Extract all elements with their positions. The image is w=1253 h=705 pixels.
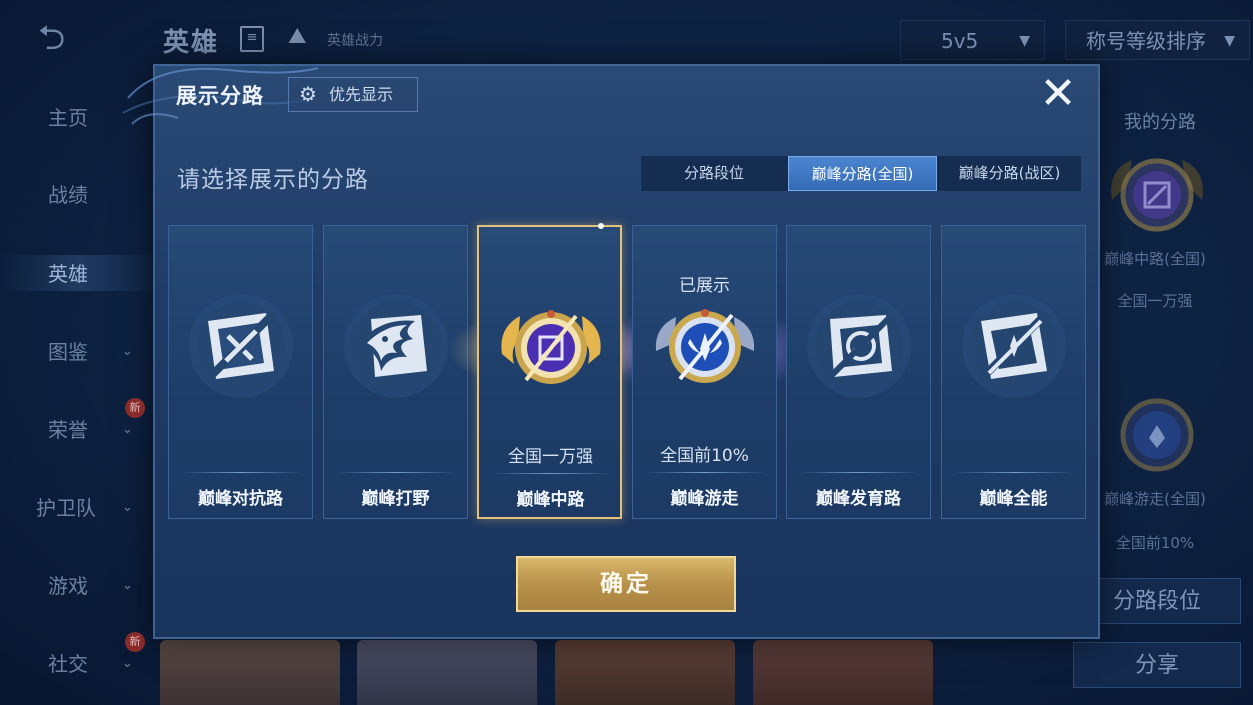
sidebar-item-label: 英雄 (48, 262, 88, 286)
lane-card-label: 巅峰全能 (979, 489, 1048, 509)
farm-lane-icon (804, 291, 914, 401)
sidebar-item-label: 社交 (48, 652, 88, 676)
sidebar-item-label: 游戏 (48, 574, 88, 598)
game-screen: ⮌ 英雄 ≡ ⛰ 英雄战力 5v5 ▼ 称号等级排序 ▼ 我的分路 巅峰中路(全… (0, 0, 1253, 705)
sidebar-item[interactable]: 游戏 ⌄ (0, 566, 150, 606)
lane-card-label: 巅峰发育路 (816, 489, 901, 509)
dialog-title: 展示分路 (176, 84, 264, 108)
sidebar-item[interactable]: 护卫队 ⌄ (0, 488, 150, 528)
lane-card-mid[interactable]: 全国一万强 巅峰中路 (477, 223, 622, 519)
mid-lane-badge-icon (1102, 140, 1212, 250)
sidebar-item-label: 护卫队 (36, 496, 96, 520)
chevron-down-icon: ⌄ (122, 344, 133, 359)
hero-power-icon[interactable]: ⛰ (288, 24, 306, 49)
mode-select-value: 5v5 (941, 29, 979, 53)
confirm-button[interactable]: 确定 (516, 556, 736, 612)
lane-tabs: 分路段位 巅峰分路(全国) 巅峰分路(战区) (640, 155, 1082, 192)
back-icon[interactable]: ⮌ (38, 20, 102, 56)
sidebar-item[interactable]: 图鉴 ⌄ (0, 332, 150, 372)
lane-card-rank: 全国一万强 (508, 447, 593, 467)
gear-icon: ⚙ (299, 82, 317, 106)
all-round-icon (959, 291, 1069, 401)
lane-card-label: 巅峰打野 (361, 489, 430, 509)
mode-select[interactable]: 5v5 ▼ (900, 20, 1045, 60)
jungle-dragon-icon (341, 291, 451, 401)
lane-card-all-round[interactable]: 巅峰全能 (941, 225, 1086, 519)
hero-portrait[interactable] (753, 640, 933, 705)
card-divider (954, 472, 1074, 473)
new-badge: 新 (125, 632, 145, 652)
new-badge: 新 (125, 398, 145, 418)
hero-power-label[interactable]: 英雄战力 (327, 30, 383, 50)
tab-lane-rank[interactable]: 分路段位 (641, 156, 787, 191)
sidebar-item-label: 战绩 (48, 183, 88, 207)
my-lane-2-name: 巅峰游走(全国) (1104, 490, 1206, 508)
lane-card-label: 巅峰中路 (516, 490, 585, 510)
hero-portrait[interactable] (160, 640, 340, 705)
my-lane-2-rank: 全国前10% (1115, 534, 1195, 552)
sidebar-item-label: 图鉴 (48, 340, 88, 364)
clash-lane-icon (186, 291, 296, 401)
chevron-down-icon: ▼ (1019, 33, 1030, 49)
page-title: 英雄 (163, 28, 220, 58)
tab-peak-lane-national[interactable]: 巅峰分路(全国) (788, 156, 937, 191)
list-icon[interactable]: ≡ (240, 26, 264, 52)
priority-display-label: 优先显示 (329, 85, 394, 104)
chevron-down-icon: ⌄ (122, 578, 133, 593)
mid-lane-gold-badge-icon (496, 292, 606, 402)
hero-portrait[interactable] (357, 640, 537, 705)
roam-wings-badge-icon (650, 291, 760, 401)
lane-card-label: 巅峰游走 (670, 489, 739, 509)
roam-badge-icon (1102, 380, 1212, 490)
card-divider (336, 472, 456, 473)
card-divider (491, 473, 611, 474)
sidebar-item[interactable]: 社交 ⌄ 新 (0, 632, 150, 684)
sort-select-value: 称号等级排序 (1086, 29, 1206, 53)
tab-peak-lane-region[interactable]: 巅峰分路(战区) (938, 156, 1081, 191)
lane-card-label: 巅峰对抗路 (198, 489, 283, 509)
chevron-down-icon: ⌄ (122, 500, 133, 515)
lane-card-farm[interactable]: 巅峰发育路 (786, 225, 931, 519)
share-button[interactable]: 分享 (1073, 642, 1241, 688)
priority-display-button[interactable]: ⚙ 优先显示 (288, 77, 418, 112)
selected-marker (598, 223, 604, 229)
card-divider (645, 472, 765, 473)
lane-card-clash[interactable]: 巅峰对抗路 (168, 225, 313, 519)
lane-card-roam[interactable]: 已展示 全国前10% 巅峰游走 (632, 225, 777, 519)
my-lane-1-rank: 全国一万强 (1117, 292, 1193, 310)
card-divider (181, 472, 301, 473)
dialog-subtitle: 请选择展示的分路 (177, 167, 369, 193)
chevron-down-icon: ▼ (1224, 33, 1235, 49)
my-lane-1-name: 巅峰中路(全国) (1104, 250, 1206, 268)
card-divider (799, 472, 919, 473)
sidebar-item[interactable]: 主页 (0, 98, 150, 138)
close-icon[interactable]: ✕ (1036, 72, 1080, 118)
sidebar-item-label: 荣誉 (48, 418, 88, 442)
hero-portrait[interactable] (555, 640, 735, 705)
sidebar-item[interactable]: 荣誉 ⌄ 新 (0, 398, 150, 450)
my-lane-label: 我的分路 (1124, 112, 1196, 133)
sidebar-item[interactable]: 英雄 (0, 254, 150, 294)
sidebar-item[interactable]: 战绩 (0, 175, 150, 215)
sort-select[interactable]: 称号等级排序 ▼ (1065, 20, 1250, 60)
lane-card-rank: 全国前10% (660, 446, 749, 466)
sidebar-item-label: 主页 (48, 106, 88, 130)
